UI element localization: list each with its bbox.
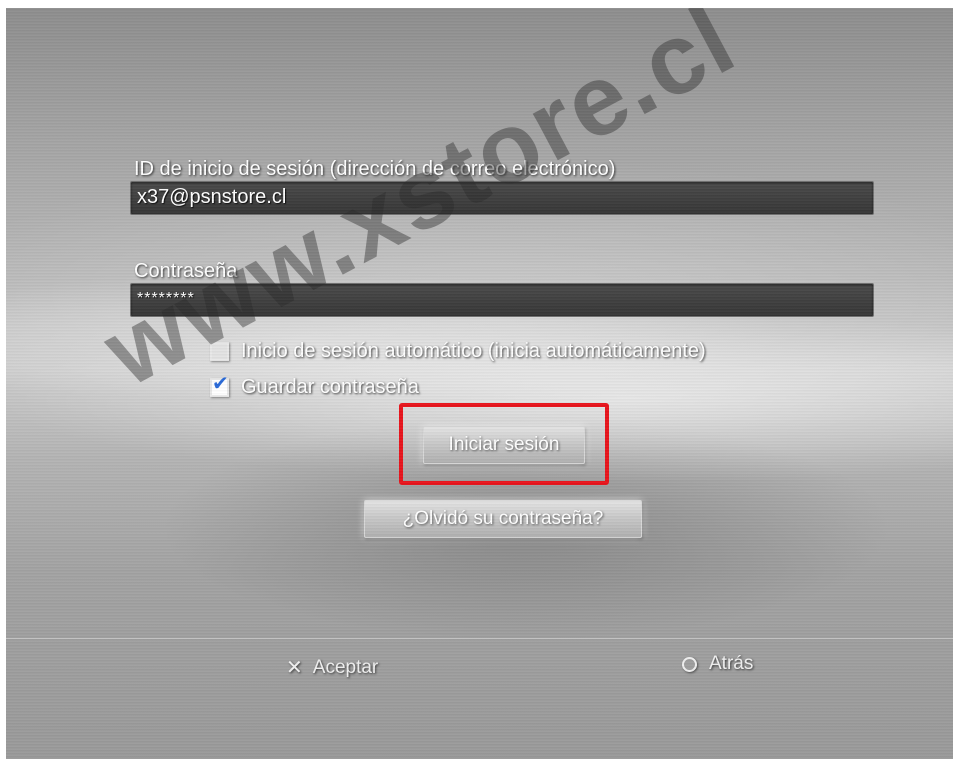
password-label: Contraseña <box>134 260 238 282</box>
login-id-label: ID de inicio de sesión (dirección de cor… <box>134 158 616 180</box>
login-id-field[interactable]: x37@psnstore.cl <box>130 181 874 215</box>
password-field[interactable]: ******** <box>130 283 874 317</box>
auto-login-label: Inicio de sesión automático (inicia auto… <box>241 339 706 362</box>
auto-login-checkbox[interactable] <box>210 341 229 361</box>
footer-divider <box>6 638 953 639</box>
checkmark-icon: ✔ <box>212 372 229 395</box>
auto-login-option[interactable]: Inicio de sesión automático (inicia auto… <box>210 338 706 364</box>
save-password-option[interactable]: ✔ Guardar contraseña <box>210 374 419 400</box>
save-password-checkbox[interactable]: ✔ <box>210 374 229 397</box>
forgot-password-button[interactable]: ¿Olvidó su contraseña? <box>364 500 642 538</box>
ps3-login-screen: ID de inicio de sesión (dirección de cor… <box>6 8 953 759</box>
cross-icon: ✕ <box>286 657 303 679</box>
highlight-box <box>399 403 609 485</box>
save-password-label: Guardar contraseña <box>241 375 419 398</box>
back-label: Atrás <box>709 653 754 674</box>
back-action[interactable]: Atrás <box>682 653 753 675</box>
password-value: ******** <box>137 290 195 307</box>
circle-icon <box>682 656 697 672</box>
login-id-value: x37@psnstore.cl <box>137 186 287 208</box>
accept-label: Aceptar <box>312 656 379 678</box>
accept-action[interactable]: ✕ Aceptar <box>286 655 378 680</box>
